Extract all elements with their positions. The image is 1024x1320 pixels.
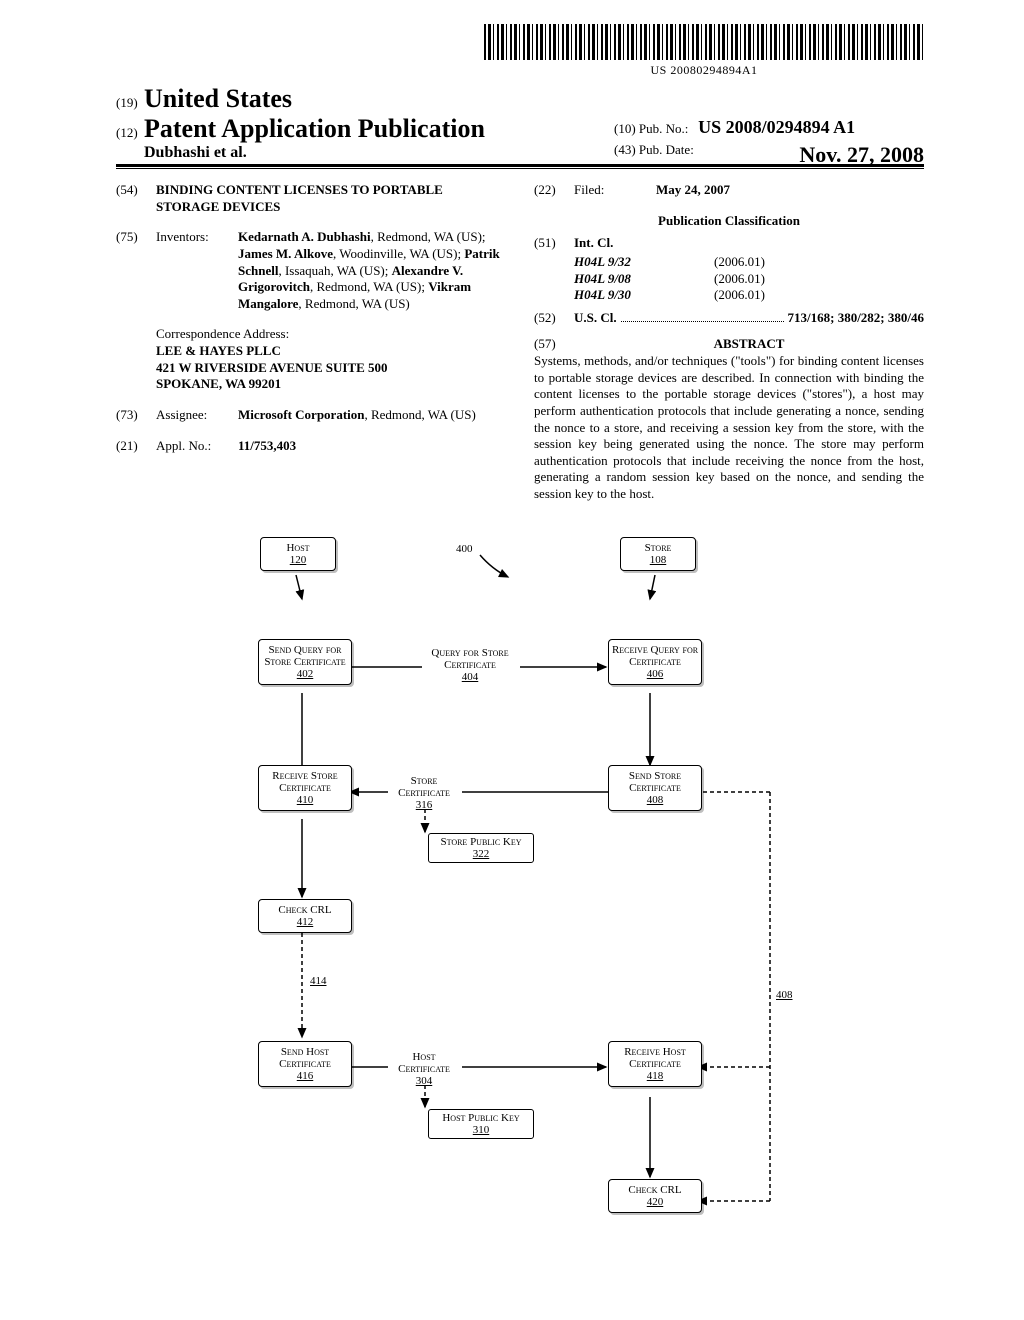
tag-22: (22) xyxy=(534,182,574,199)
ref-400: 400 xyxy=(456,543,473,555)
assignee-label: Assignee: xyxy=(156,407,238,424)
correspondence-address: Correspondence Address: LEE & HAYES PLLC… xyxy=(156,326,506,393)
inventors-label: Inventors: xyxy=(156,229,238,312)
filed-label: Filed: xyxy=(574,182,656,199)
box-408: Send Store Certificate408 xyxy=(608,765,702,811)
box-412: Check CRL412 xyxy=(258,899,352,933)
filed-date: May 24, 2007 xyxy=(656,182,924,199)
tag-52: (52) xyxy=(534,310,574,327)
tag-75: (75) xyxy=(116,229,156,312)
corr-line3: 421 W RIVERSIDE AVENUE SUITE 500 xyxy=(156,360,506,377)
application-number: 11/753,403 xyxy=(238,438,506,455)
document-header: (19) United States (12) Patent Applicati… xyxy=(116,84,924,162)
tag-73: (73) xyxy=(116,407,156,424)
uscl-label: U.S. Cl. xyxy=(574,310,617,327)
bibliographic-columns: (54) BINDING CONTENT LICENSES TO PORTABL… xyxy=(116,182,924,503)
publication-type: Patent Application Publication xyxy=(144,114,485,144)
corr-line2: LEE & HAYES PLLC xyxy=(156,343,506,360)
box-418: Receive Host Certificate418 xyxy=(608,1041,702,1087)
box-402: Send Query for Store Certificate402 xyxy=(258,639,352,685)
country-name: United States xyxy=(144,84,292,114)
dotted-leader xyxy=(621,310,784,323)
label-316: Store Certificate316 xyxy=(388,775,460,811)
box-410: Receive Store Certificate410 xyxy=(258,765,352,811)
right-column: (22) Filed: May 24, 2007 Publication Cla… xyxy=(534,182,924,503)
intcl-list: H04L 9/32(2006.01)H04L 9/08(2006.01)H04L… xyxy=(574,254,924,304)
box-420: Check CRL420 xyxy=(608,1179,702,1213)
box-416: Send Host Certificate416 xyxy=(258,1041,352,1087)
inventors-list: Kedarnath A. Dubhashi, Redmond, WA (US);… xyxy=(238,229,506,312)
applno-label: Appl. No.: xyxy=(156,438,238,455)
pubclass-heading: Publication Classification xyxy=(534,213,924,230)
assignee-value: Microsoft Corporation, Redmond, WA (US) xyxy=(238,407,506,424)
intcl-label: Int. Cl. xyxy=(574,235,613,252)
abstract-heading: ABSTRACT xyxy=(574,336,924,353)
tag-10: (10) xyxy=(614,121,636,136)
box-host: Host120 xyxy=(260,537,336,571)
tag-51: (51) xyxy=(534,235,574,252)
uscl-value: 713/168; 380/282; 380/46 xyxy=(788,310,925,327)
publication-number: US 2008/0294894 A1 xyxy=(698,117,855,137)
tag-43: (43) xyxy=(614,142,636,157)
corr-line4: SPOKANE, WA 99201 xyxy=(156,376,506,393)
label-322: Store Public Key322 xyxy=(428,833,534,863)
invention-title: BINDING CONTENT LICENSES TO PORTABLE STO… xyxy=(156,182,506,215)
label-310: Host Public Key310 xyxy=(428,1109,534,1139)
abstract-text: Systems, methods, and/or techniques ("to… xyxy=(534,353,924,503)
ref-408-right: 408 xyxy=(776,989,793,1001)
barcode-bars xyxy=(484,24,924,60)
header-rule-thin xyxy=(116,168,924,169)
tag-12: (12) xyxy=(116,125,144,141)
tag-54: (54) xyxy=(116,182,156,215)
tag-21: (21) xyxy=(116,438,156,455)
box-406: Receive Query for Certificate406 xyxy=(608,639,702,685)
barcode-number: US 20080294894A1 xyxy=(484,63,924,78)
pubno-label: Pub. No.: xyxy=(639,121,688,136)
label-404: Query for Store Certificate404 xyxy=(422,647,518,683)
box-store: Store108 xyxy=(620,537,696,571)
barcode-block: US 20080294894A1 xyxy=(484,24,924,78)
left-column: (54) BINDING CONTENT LICENSES TO PORTABL… xyxy=(116,182,506,503)
tag-19: (19) xyxy=(116,95,144,111)
corr-line1: Correspondence Address: xyxy=(156,326,506,343)
label-414: 414 xyxy=(310,975,327,987)
header-right: (10) Pub. No.: US 2008/0294894 A1 (43) P… xyxy=(614,117,924,168)
tag-57: (57) xyxy=(534,336,574,353)
figure-400: Host120 Store108 400 Sen xyxy=(230,537,800,1297)
pubdate-label: Pub. Date: xyxy=(639,142,694,157)
label-304: Host Certificate304 xyxy=(388,1051,460,1087)
header-rule-thick xyxy=(116,164,924,167)
